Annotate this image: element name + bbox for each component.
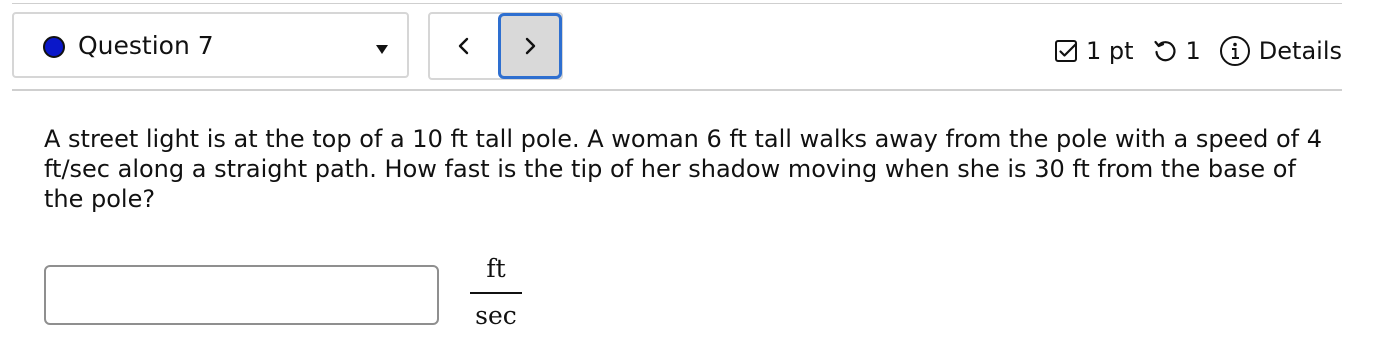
- question-text: A street light is at the top of a 10 ft …: [44, 125, 1322, 213]
- attempts-value: 1: [1185, 37, 1201, 65]
- next-question-button[interactable]: [498, 13, 562, 79]
- question-selector[interactable]: Question 7: [12, 12, 409, 78]
- answer-unit-fraction: ft sec: [470, 252, 522, 332]
- dropdown-caret-icon: [376, 45, 388, 54]
- info-icon[interactable]: [1219, 35, 1251, 67]
- answer-input[interactable]: [44, 265, 439, 325]
- unit-denominator: sec: [475, 301, 517, 330]
- checkbox-icon: [1054, 39, 1078, 63]
- top-divider: [12, 3, 1342, 4]
- question-selector-label: Question 7: [78, 31, 214, 60]
- previous-question-button[interactable]: [430, 14, 497, 78]
- retry-icon: [1152, 38, 1178, 64]
- unit-numerator: ft: [486, 254, 506, 283]
- chevron-left-icon: [458, 37, 468, 55]
- question-status-dot: [43, 36, 65, 58]
- details-link[interactable]: Details: [1259, 37, 1342, 65]
- points-value: 1 pt: [1085, 37, 1134, 65]
- header-divider: [12, 89, 1342, 91]
- fraction-bar: [470, 292, 522, 294]
- question-nav-group: [428, 12, 563, 80]
- chevron-right-icon: [525, 37, 536, 55]
- question-meta: 1 pt 1 Details: [1054, 31, 1342, 71]
